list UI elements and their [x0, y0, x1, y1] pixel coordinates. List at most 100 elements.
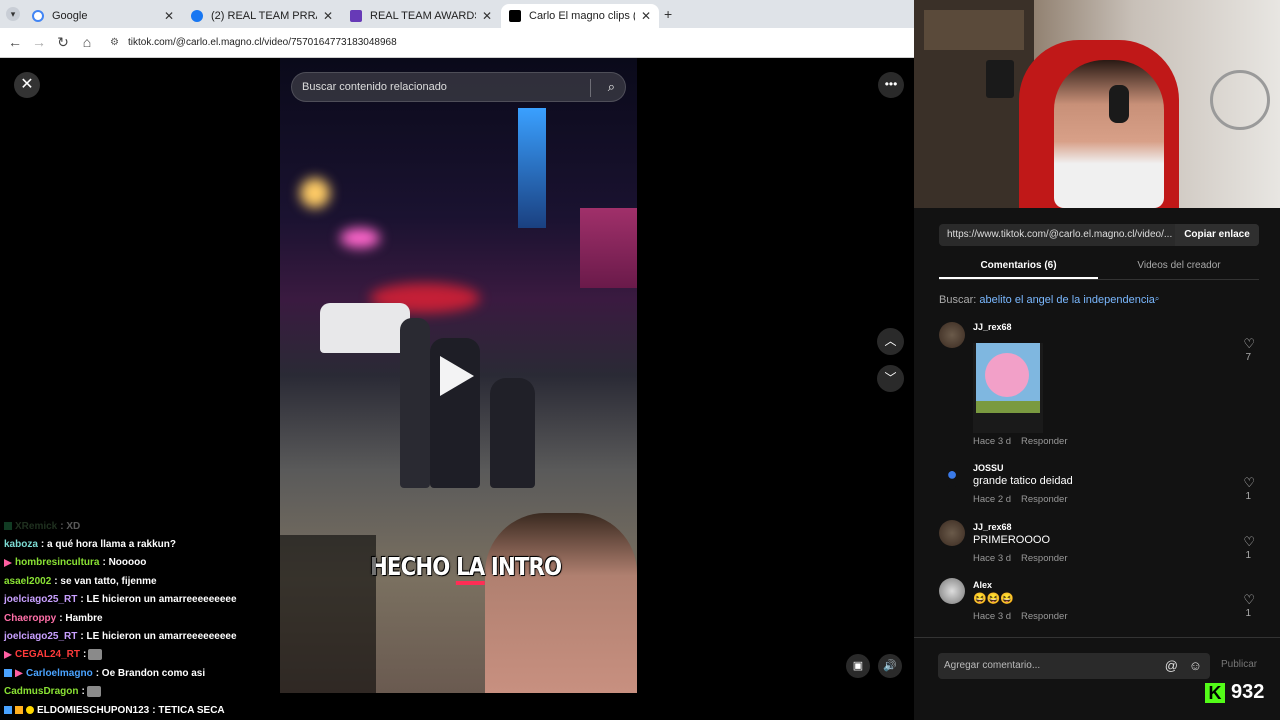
tab-creator-videos[interactable]: Videos del creador — [1099, 260, 1259, 271]
tab-comments[interactable]: Comentarios (6) — [939, 260, 1098, 271]
more-options-button[interactable]: ••• — [878, 72, 904, 98]
badge-icon — [15, 669, 23, 678]
comment-input-divider — [914, 637, 1280, 638]
kick-viewer-count: K 932 — [1205, 681, 1264, 704]
comment-time: Hace 3 d — [973, 611, 1012, 622]
comment-item: Alex 😆😆😆 Hace 3 d Responder ♡ 1 — [939, 578, 1259, 623]
site-info-icon[interactable]: ⚙ — [110, 37, 119, 48]
like-count: 1 — [1245, 608, 1251, 619]
speaker — [986, 60, 1014, 98]
tab-label: REAL TEAM AWARDS (Pre-nom — [370, 10, 476, 22]
chat-message: ELDOMIESCHUPON123 : TETICA SECA — [0, 701, 380, 719]
pip-icon[interactable]: ▣ — [846, 654, 870, 678]
reply-button[interactable]: Responder — [1021, 553, 1067, 564]
previous-video-button[interactable]: ︿ — [877, 328, 904, 355]
heart-icon[interactable]: ♡ — [1243, 475, 1255, 491]
search-term-link[interactable]: abelito el angel de la independencia — [979, 294, 1155, 306]
comment-text: 😆😆😆 — [973, 593, 1015, 605]
heart-icon[interactable]: ♡ — [1243, 534, 1255, 550]
tab-forms[interactable]: REAL TEAM AWARDS (Pre-nom ✕ — [342, 4, 500, 28]
home-icon[interactable]: ⌂ — [78, 34, 96, 50]
close-tab-icon[interactable]: ✕ — [482, 9, 492, 23]
comment-sticker-image — [973, 343, 1043, 433]
badge-icon — [4, 522, 12, 531]
copy-link-button[interactable]: Copiar enlace — [1175, 224, 1259, 246]
reload-icon[interactable]: ↻ — [54, 34, 72, 51]
comment-text: grande tatico deidad — [973, 475, 1073, 487]
chat-text: : TETICA SECA — [152, 704, 225, 716]
search-icon: ⌕ — [1154, 294, 1160, 303]
chat-message: Chaeroppy : Hambre — [0, 608, 376, 628]
chat-message: XRemick : XD — [0, 517, 380, 535]
search-suggestion[interactable]: Buscar: abelito el angel de la independe… — [939, 294, 1159, 306]
play-icon[interactable] — [440, 356, 474, 396]
share-link[interactable]: https://www.tiktok.com/@carlo.el.magno.c… — [947, 229, 1172, 240]
chat-text: : Oe Brandon como asi — [95, 667, 206, 679]
comment-time: Hace 3 d — [973, 553, 1012, 564]
search-placeholder: Buscar contenido relacionado — [302, 81, 447, 93]
forward-icon[interactable]: → — [30, 34, 48, 50]
publish-button[interactable]: Publicar — [1221, 659, 1257, 670]
next-video-button[interactable]: ﹀ — [877, 365, 904, 392]
related-search-bar[interactable]: Buscar contenido relacionado ⌕ — [291, 72, 626, 102]
avatar[interactable] — [939, 578, 965, 604]
chat-text: : a qué hora llama a rakkun? — [40, 539, 176, 551]
chat-username: CEGAL24_RT — [15, 649, 81, 661]
avatar[interactable]: ● — [939, 461, 965, 487]
webcam-overlay — [914, 0, 1280, 208]
tab-facebook[interactable]: (2) REAL TEAM PRRASI | Faceb ✕ — [183, 4, 341, 28]
peppa-pig-icon — [985, 353, 1029, 397]
badge-icon — [4, 558, 12, 567]
caption-word: INTRO — [490, 552, 562, 581]
heart-icon[interactable]: ♡ — [1243, 336, 1255, 352]
tab-label: (2) REAL TEAM PRRASI | Faceb — [211, 10, 317, 22]
tab-label: Google — [52, 10, 88, 22]
avatar[interactable] — [939, 520, 965, 546]
reply-button[interactable]: Responder — [1021, 436, 1067, 447]
headphones — [1109, 85, 1129, 123]
badge-icon — [26, 706, 34, 715]
heart-icon[interactable]: ♡ — [1243, 592, 1255, 608]
mention-icon[interactable]: @ — [1165, 658, 1178, 673]
chat-text: : — [83, 649, 87, 661]
caption-word: HECHO — [370, 552, 450, 581]
chat-text: : XD — [60, 520, 81, 532]
badge-icon — [4, 706, 12, 715]
tab-tiktok[interactable]: Carlo El magno clips (@carlo.el ✕ — [501, 4, 659, 28]
tab-google[interactable]: Google ✕ — [24, 4, 182, 28]
google-icon — [32, 10, 44, 22]
comment-username[interactable]: JOSSU — [973, 463, 1004, 473]
add-comment-field[interactable]: Agregar comentario... @ ☺ — [938, 653, 1210, 679]
close-button[interactable]: ✕ — [14, 72, 40, 98]
chat-message: joelciago25_RT : LE hicieron un amarreee… — [0, 627, 376, 646]
chat-message: hombresincultura : Nooooo — [0, 553, 376, 573]
comment-meta: Hace 3 d Responder — [973, 553, 1068, 564]
reply-button[interactable]: Responder — [1021, 611, 1067, 622]
fan — [1210, 70, 1270, 130]
comment-placeholder: Agregar comentario... — [944, 660, 1041, 671]
forms-icon — [350, 10, 362, 22]
comment-text: PRIMEROOOO — [973, 534, 1051, 546]
viewer-count: 932 — [1231, 681, 1265, 703]
reply-button[interactable]: Responder — [1021, 494, 1067, 505]
back-icon[interactable]: ← — [6, 34, 24, 50]
emoji-icon[interactable]: ☺ — [1189, 658, 1202, 673]
chat-message: kaboza : a qué hora llama a rakkun? — [0, 535, 376, 554]
search-icon[interactable]: ⌕ — [608, 79, 615, 95]
comment-username[interactable]: Alex — [973, 580, 992, 590]
close-tab-icon[interactable]: ✕ — [641, 9, 651, 23]
shelf-item — [924, 10, 1024, 50]
url-field[interactable]: tiktok.com/@carlo.el.magno.cl/video/7570… — [128, 37, 397, 48]
avatar[interactable] — [939, 322, 965, 348]
new-tab-button[interactable]: + — [664, 6, 672, 22]
close-tab-icon[interactable]: ✕ — [323, 9, 333, 23]
person — [400, 318, 430, 488]
close-tab-icon[interactable]: ✕ — [164, 9, 174, 23]
address-bar: ← → ↻ ⌂ ⚙ tiktok.com/@carlo.el.magno.cl/… — [0, 28, 914, 58]
chat-username: ELDOMIESCHUPON123 — [37, 704, 150, 716]
tab-search-icon[interactable]: ▾ — [6, 7, 20, 21]
comment-username[interactable]: JJ_rex68 — [973, 322, 1012, 332]
badge-icon — [4, 650, 12, 659]
comment-username[interactable]: JJ_rex68 — [973, 522, 1012, 532]
volume-icon[interactable]: 🔊 — [878, 654, 902, 678]
